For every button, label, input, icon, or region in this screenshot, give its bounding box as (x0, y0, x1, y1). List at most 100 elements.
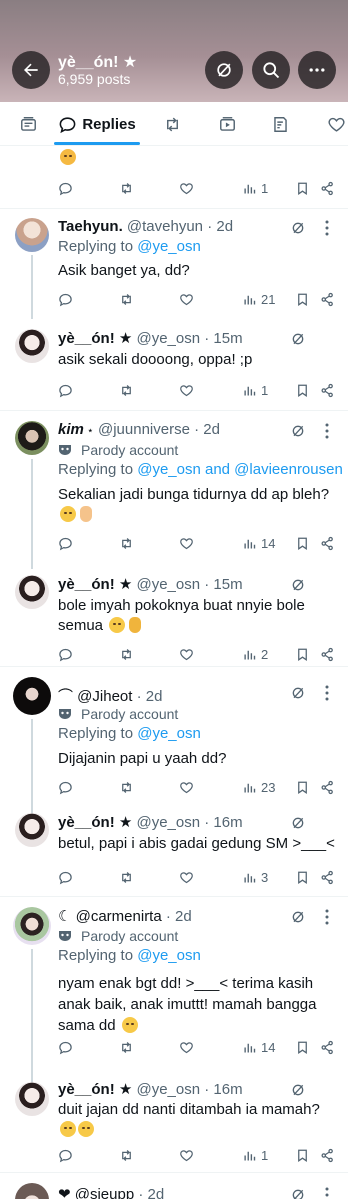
display-name[interactable]: yè__ón! ★ (58, 330, 132, 347)
reply-button[interactable] (58, 380, 73, 400)
repost-button[interactable] (119, 777, 134, 797)
views-count[interactable]: 1 (242, 380, 268, 400)
display-name[interactable]: Taehyun. (58, 218, 123, 235)
like-button[interactable] (179, 533, 194, 553)
share-button[interactable] (320, 867, 335, 887)
bookmark-button[interactable] (295, 867, 310, 887)
like-button[interactable] (179, 178, 194, 198)
reply-button[interactable] (58, 644, 73, 664)
like-button[interactable] (179, 644, 194, 664)
reply-post[interactable]: yè__ón! ★ @ye_osn · 15m bole imyah pokok… (0, 564, 348, 666)
share-button[interactable] (320, 289, 335, 309)
views-count[interactable]: 14 (242, 1037, 275, 1057)
avatar[interactable] (15, 575, 49, 609)
like-button[interactable] (179, 289, 194, 309)
avatar[interactable] (15, 329, 49, 363)
reply-post[interactable]: ⌒ @Jiheot · 2d Parody account Replying t… (0, 667, 348, 819)
like-button[interactable] (179, 777, 194, 797)
repost-button[interactable] (119, 1145, 134, 1165)
user-handle[interactable]: @ye_osn (136, 814, 200, 831)
like-button[interactable] (179, 1037, 194, 1057)
post-time[interactable]: · 2d (194, 421, 220, 438)
post-time[interactable]: · 2d (137, 688, 163, 705)
more-options-button[interactable] (298, 51, 336, 89)
repost-button[interactable] (119, 380, 134, 400)
post-time[interactable]: · 15m (204, 576, 242, 593)
more-icon[interactable] (324, 423, 330, 439)
reply-button[interactable] (58, 777, 73, 797)
repost-button[interactable] (119, 644, 134, 664)
bookmark-button[interactable] (295, 644, 310, 664)
bookmark-button[interactable] (295, 777, 310, 797)
reply-button[interactable] (58, 867, 73, 887)
reply-post[interactable]: Taehyun. @tavehyun · 2d Replying to @ye_… (0, 209, 348, 319)
display-name[interactable]: ❤ @sieupp (58, 1186, 134, 1199)
bookmark-button[interactable] (295, 289, 310, 309)
repost-button[interactable] (119, 178, 134, 198)
avatar[interactable] (13, 677, 51, 715)
like-button[interactable] (179, 380, 194, 400)
avatar[interactable] (13, 907, 51, 945)
reply-post[interactable]: ❤ @sieupp · 2d (0, 1173, 348, 1199)
grok-icon[interactable] (290, 423, 306, 439)
reply-button[interactable] (58, 178, 73, 198)
share-button[interactable] (320, 1037, 335, 1057)
reply-button[interactable] (58, 1145, 73, 1165)
mention-link[interactable]: @ye_osn (137, 947, 201, 964)
reply-button[interactable] (58, 533, 73, 553)
reply-post[interactable]: 1 (0, 146, 348, 210)
tab-highlights[interactable] (10, 102, 46, 146)
grok-icon[interactable] (290, 1082, 306, 1098)
bookmark-button[interactable] (295, 380, 310, 400)
share-button[interactable] (320, 1145, 335, 1165)
post-time[interactable]: · 16m (204, 1081, 242, 1098)
avatar[interactable] (15, 813, 49, 847)
bookmark-button[interactable] (295, 1037, 310, 1057)
share-button[interactable] (320, 178, 335, 198)
avatar[interactable] (15, 421, 49, 455)
grok-icon[interactable] (290, 909, 306, 925)
views-count[interactable]: 14 (242, 533, 275, 553)
tab-articles[interactable] (262, 102, 298, 146)
views-count[interactable]: 1 (242, 1145, 268, 1165)
tab-media[interactable] (209, 102, 245, 146)
reply-button[interactable] (58, 1037, 73, 1057)
user-handle[interactable]: @ye_osn (136, 1081, 200, 1098)
reply-post[interactable]: ☾ @carmenirta · 2d Parody account Replyi… (0, 897, 348, 1089)
post-time[interactable]: · 2d (207, 218, 233, 235)
like-button[interactable] (179, 867, 194, 887)
display-name[interactable]: yè__ón! ★ (58, 814, 132, 831)
tab-reposts[interactable] (154, 102, 190, 146)
user-handle[interactable]: @juunniverse (98, 421, 190, 438)
post-time[interactable]: · 2d (166, 908, 192, 925)
share-button[interactable] (320, 533, 335, 553)
avatar[interactable] (15, 1082, 49, 1116)
search-button[interactable] (252, 51, 290, 89)
more-icon[interactable] (324, 685, 330, 701)
display-name[interactable]: ⌒ @Jiheot (58, 688, 132, 705)
reply-post[interactable]: yè__ón! ★ @ye_osn · 15m asik sekali dooo… (0, 319, 348, 409)
grok-icon[interactable] (290, 815, 306, 831)
display-name[interactable]: yè__ón! ★ (58, 576, 132, 593)
grok-icon[interactable] (290, 1187, 306, 1199)
user-handle[interactable]: @ye_osn (136, 576, 200, 593)
reply-button[interactable] (58, 289, 73, 309)
views-count[interactable]: 2 (242, 644, 268, 664)
reply-post[interactable]: kim ⋆ @juunniverse · 2d Parody account R… (0, 411, 348, 569)
views-count[interactable]: 23 (242, 777, 275, 797)
user-handle[interactable]: @tavehyun (127, 218, 203, 235)
post-time[interactable]: · 2d (138, 1186, 164, 1199)
share-button[interactable] (320, 644, 335, 664)
display-name[interactable]: yè__ón! ★ (58, 1081, 132, 1098)
mention-link[interactable]: @ye_osn and @lavieenrousen (137, 461, 343, 478)
back-button[interactable] (12, 51, 50, 89)
share-button[interactable] (320, 380, 335, 400)
views-count[interactable]: 3 (242, 867, 268, 887)
grok-button[interactable] (205, 51, 243, 89)
bookmark-button[interactable] (295, 533, 310, 553)
more-icon[interactable] (324, 220, 330, 236)
reply-post[interactable]: yè__ón! ★ @ye_osn · 16m betul, papi i ab… (0, 803, 348, 895)
repost-button[interactable] (119, 533, 134, 553)
post-time[interactable]: · 16m (204, 814, 242, 831)
post-time[interactable]: · 15m (204, 330, 242, 347)
